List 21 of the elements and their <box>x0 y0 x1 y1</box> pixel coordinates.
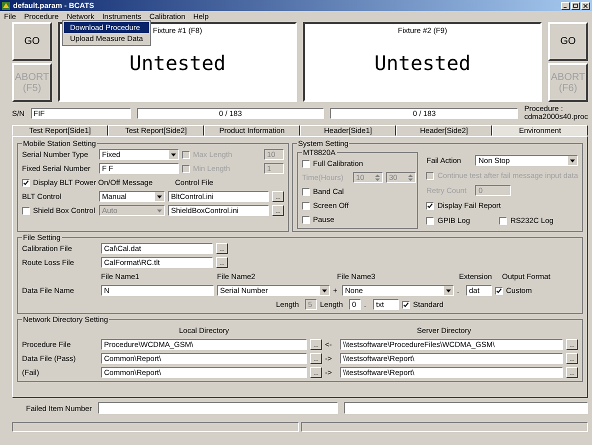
checkbox[interactable] <box>495 286 503 294</box>
app-icon <box>2 2 10 10</box>
maximize-icon[interactable] <box>571 2 580 10</box>
minimize-icon[interactable] <box>561 2 570 10</box>
checkbox[interactable] <box>302 188 310 196</box>
checkbox[interactable] <box>499 216 508 224</box>
text-field[interactable] <box>98 402 338 414</box>
checkbox[interactable] <box>402 300 410 308</box>
checkbox[interactable] <box>302 202 310 210</box>
test-status: Untested <box>129 51 226 75</box>
go-button[interactable]: GO <box>12 22 52 61</box>
close-icon[interactable] <box>581 2 590 10</box>
test-status: Untested <box>374 51 471 75</box>
checkbox[interactable] <box>22 178 30 186</box>
checkbox[interactable] <box>22 206 30 214</box>
checkbox[interactable] <box>426 202 434 210</box>
text-field[interactable] <box>344 402 588 414</box>
go-button[interactable]: GO <box>548 22 588 61</box>
checkbox[interactable] <box>302 160 310 168</box>
checkbox[interactable] <box>302 216 310 224</box>
checkbox[interactable] <box>426 216 434 224</box>
